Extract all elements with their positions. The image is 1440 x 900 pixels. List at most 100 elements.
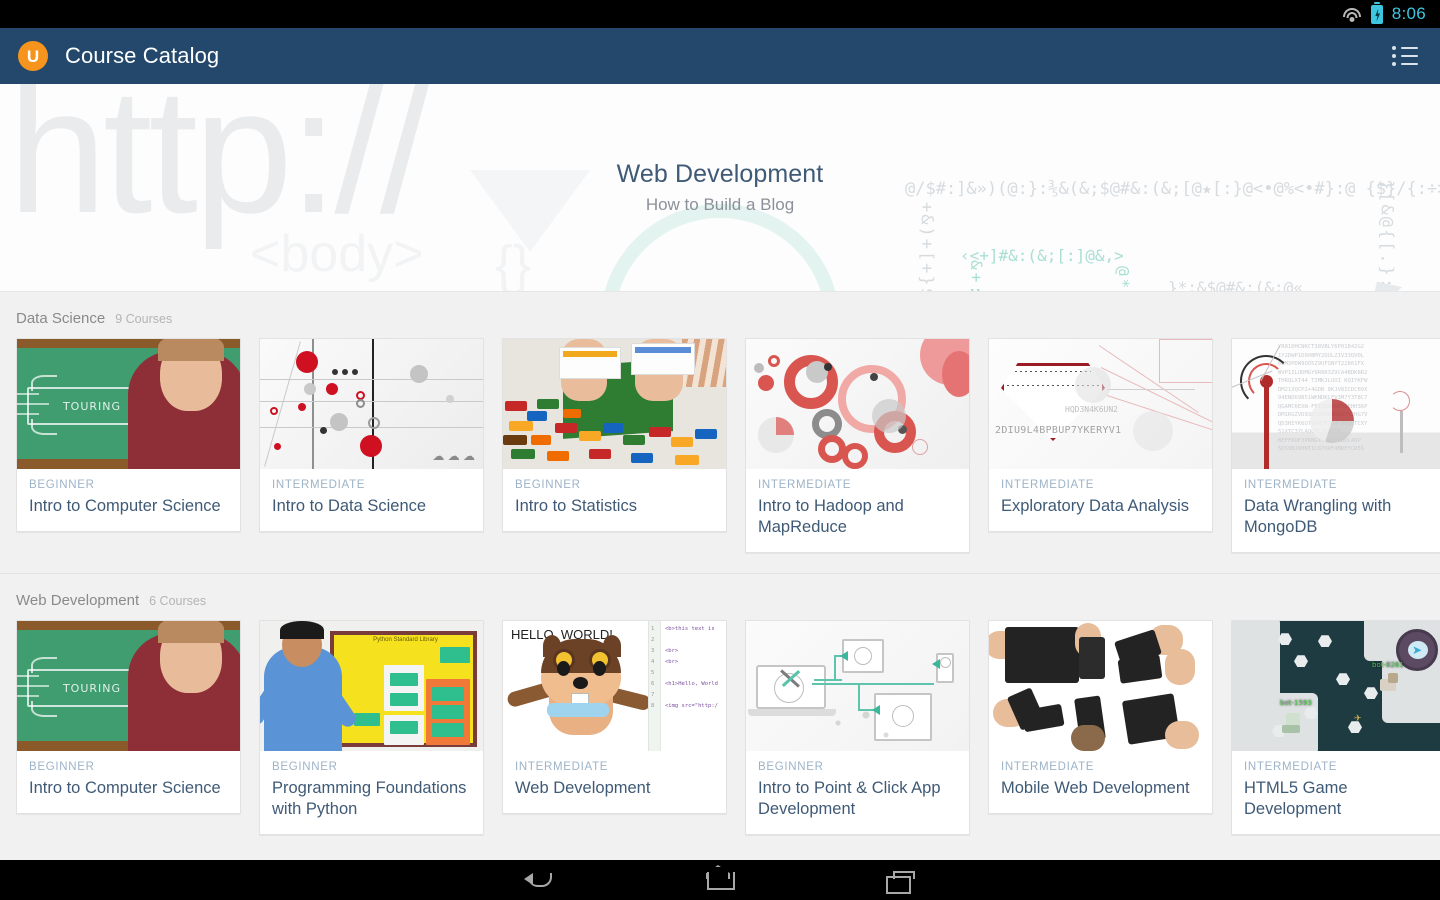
section-web-development: Web Development 6 Courses TOURING BEGINN… — [0, 574, 1440, 849]
hero-banner[interactable]: http:// <body> {} @/$#:]&»)(@:}:⅗&(&;$@#… — [0, 84, 1440, 292]
course-card-body: INTERMEDIATE Exploratory Data Analysis — [989, 469, 1212, 531]
course-title: Intro to Computer Science — [29, 497, 221, 515]
course-title: Intro to Computer Science — [29, 779, 221, 798]
course-level: INTERMEDIATE — [272, 479, 366, 491]
triangle-decoration-1 — [470, 170, 590, 252]
course-card[interactable]: TOURING BEGINNER Intro to Computer Scien… — [16, 338, 241, 533]
udacity-logo-icon: U — [18, 41, 48, 71]
course-title: Intro to Statistics — [515, 497, 637, 515]
course-card[interactable]: Python Standard Library BEGINNER Program… — [259, 620, 484, 836]
eda-code-2: HQD3N4K6UN2 — [1065, 405, 1118, 414]
section-course-count: 9 Courses — [115, 312, 173, 326]
symbol-decoration-teal-top: ‹<+]#&:(&;[:]@&,> — [960, 246, 1124, 265]
course-thumbnail — [746, 621, 969, 752]
section-title: Data Science — [16, 310, 106, 327]
scroll-content[interactable]: http:// <body> {} @/$#:]&»)(@:}:⅗&(&;$@#… — [0, 84, 1440, 860]
course-level: INTERMEDIATE — [515, 761, 609, 774]
course-card[interactable]: ➤ ✈ bot-1593 bot-8261 INTERMEDIATE HTML5… — [1231, 620, 1440, 836]
course-row[interactable]: TOURING BEGINNER Intro to Computer Scien… — [0, 620, 1440, 836]
recent-apps-icon[interactable] — [882, 867, 918, 894]
course-thumbnail: ➤ ✈ bot-1593 bot-8261 — [1232, 621, 1440, 752]
section-course-count: 6 Courses — [149, 594, 207, 609]
course-level: INTERMEDIATE — [1244, 479, 1338, 491]
course-level: BEGINNER — [29, 479, 95, 491]
course-card[interactable]: HELLO, WORLD! 1 2 3 4 5 6 7 8 <b>this te… — [502, 620, 727, 815]
course-thumbnail: 2DIU9L4BPBUP7YKERYV1 HQD3N4K6UN2 — [989, 339, 1212, 469]
section-title: Web Development — [16, 592, 140, 610]
course-thumbnail: TOURING — [17, 339, 240, 469]
hero-subtitle: How to Build a Blog — [645, 195, 795, 214]
course-card[interactable]: BEGINNER Intro to Statistics — [502, 338, 727, 533]
symbol-decoration-left: +&)+[+}$:&*)}$# — [913, 202, 939, 291]
course-level: BEGINNER — [758, 761, 824, 774]
course-thumbnail: HELLO, WORLD! 1 2 3 4 5 6 7 8 <b>this te… — [503, 621, 726, 752]
course-title: Intro to Point & Click App Development — [758, 779, 941, 819]
course-title: Intro to Hadoop and MapReduce — [758, 497, 904, 537]
section-header: Data Science 9 Courses — [0, 292, 1440, 338]
app-bar: U Course Catalog — [0, 28, 1440, 84]
android-nav-bar — [0, 860, 1440, 900]
code-editor-panel: 1 2 3 4 5 6 7 8 <b>this text is <br> <br… — [648, 621, 726, 752]
course-thumbnail: TOURING — [17, 621, 240, 752]
course-card-body: INTERMEDIATE Intro to Data Science — [260, 469, 483, 531]
course-card-body: INTERMEDIATE HTML5 Game Development — [1232, 751, 1440, 834]
course-title: Mobile Web Development — [1001, 779, 1190, 798]
course-thumbnail: ☁ ☁ ☁ — [260, 339, 483, 469]
course-level: INTERMEDIATE — [1001, 479, 1095, 491]
symbol-decoration-mid-1: }*;&$@#&:(&;@« — [1168, 278, 1303, 292]
battery-charging-icon — [1370, 4, 1383, 24]
course-card[interactable]: TOURING BEGINNER Intro to Computer Scien… — [16, 620, 241, 815]
python-poster-title: Python Standard Library — [373, 637, 438, 644]
body-tag-decoration: <body> — [250, 225, 424, 283]
symbol-decoration-right: }[&@{[.}:&[+)O — [1376, 180, 1397, 292]
course-card-body: BEGINNER Intro to Computer Science — [17, 751, 240, 813]
course-card[interactable]: 2DIU9L4BPBUP7YKERYV1 HQD3N4K6UN2 INTERME… — [988, 338, 1213, 533]
course-level: BEGINNER — [272, 761, 338, 774]
course-card-body: BEGINNER Intro to Computer Science — [17, 469, 240, 531]
course-thumbnail: Python Standard Library — [260, 621, 483, 752]
course-thumbnail — [746, 339, 969, 469]
home-icon[interactable] — [702, 867, 738, 893]
course-card-body: BEGINNER Intro to Point & Click App Deve… — [746, 751, 969, 834]
section-data-science: Data Science 9 Courses TOURING BEGINNER — [0, 292, 1440, 567]
course-card-body: INTERMEDIATE Web Development — [503, 751, 726, 813]
braces-decoration: {} — [495, 235, 532, 292]
course-title: Data Wrangling with MongoDB — [1244, 497, 1392, 537]
course-card[interactable]: YR81DHCNKCT38VBLY6P01842G2 1Y2DWP1D00BMY… — [1231, 338, 1440, 554]
wifi-icon — [1342, 7, 1362, 22]
course-card[interactable]: ☁ ☁ ☁ INTERMEDIATE Intro to Data Science — [259, 338, 484, 533]
course-card-body: INTERMEDIATE Intro to Hadoop and MapRedu… — [746, 469, 969, 552]
back-arrow-icon[interactable] — [522, 867, 558, 893]
symbol-decoration-top: @/$#:]&»)(@:}:⅗&(&;$@#&:(&;[@★[:}@<•@%<•… — [905, 179, 1440, 199]
game-label-2: bot-8261 — [1372, 661, 1404, 670]
symbol-decoration-teal-left: &+:@[:]+ — [963, 260, 988, 291]
eda-code-1: 2DIU9L4BPBUP7YKERYV1 — [995, 425, 1122, 436]
symbol-decoration-teal-right: @*)•:$ — [1110, 266, 1135, 291]
course-level: INTERMEDIATE — [1244, 761, 1338, 774]
cursor-decoration — [1369, 281, 1403, 291]
game-label-1: bot-1593 — [1280, 699, 1312, 708]
course-card[interactable]: BEGINNER Intro to Point & Click App Deve… — [745, 620, 970, 836]
course-card-body: INTERMEDIATE Mobile Web Development — [989, 751, 1212, 813]
course-thumbnail — [989, 621, 1212, 752]
course-title: Programming Foundations with Python — [272, 779, 467, 819]
course-title: Web Development — [515, 779, 651, 798]
course-card-body: BEGINNER Intro to Statistics — [503, 469, 726, 531]
course-card[interactable]: INTERMEDIATE Mobile Web Development — [988, 620, 1213, 815]
course-level: INTERMEDIATE — [1001, 761, 1095, 774]
course-card-body: BEGINNER Programming Foundations with Py… — [260, 751, 483, 834]
course-card[interactable]: INTERMEDIATE Intro to Hadoop and MapRedu… — [745, 338, 970, 554]
section-header: Web Development 6 Courses — [0, 574, 1440, 620]
android-status-bar: 8:06 — [0, 0, 1440, 28]
course-thumbnail — [503, 339, 726, 469]
course-title: Exploratory Data Analysis — [1001, 497, 1190, 515]
course-level: BEGINNER — [29, 761, 95, 774]
course-thumbnail: YR81DHCNKCT38VBLY6P01842G2 1Y2DWP1D00BMY… — [1232, 339, 1440, 469]
status-time: 8:06 — [1391, 4, 1426, 23]
course-level: INTERMEDIATE — [758, 479, 852, 491]
course-level: BEGINNER — [515, 479, 581, 491]
course-row[interactable]: TOURING BEGINNER Intro to Computer Scien… — [0, 338, 1440, 554]
course-title: HTML5 Game Development — [1244, 779, 1348, 819]
hero-title: Web Development — [616, 160, 824, 188]
list-menu-icon[interactable] — [1392, 46, 1418, 66]
